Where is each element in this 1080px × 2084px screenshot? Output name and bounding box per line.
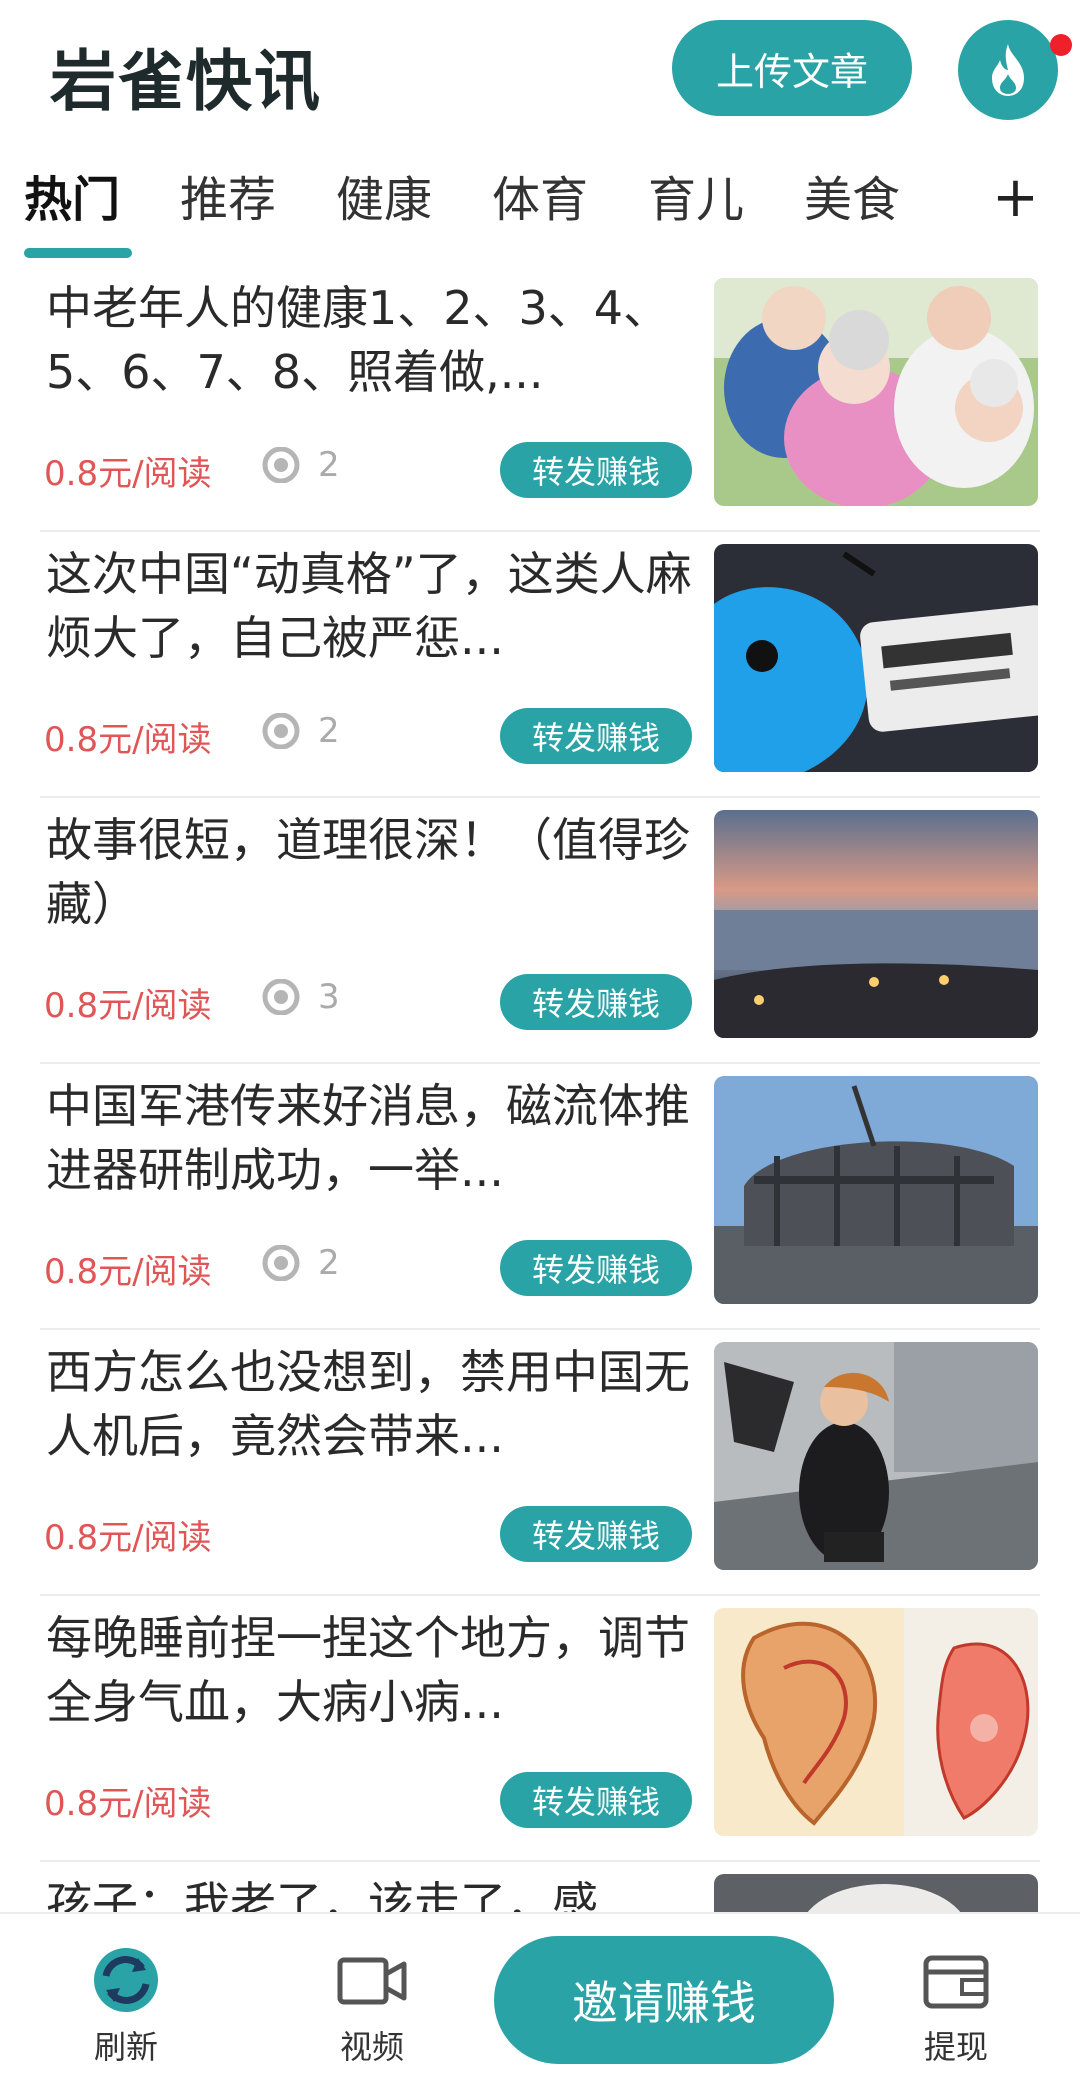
article-item[interactable]: 每晚睡前捏一捏这个地方，调节全身气血，大病小病... 0.8元/阅读 转发赚钱	[40, 1596, 1040, 1862]
active-tab-indicator	[24, 248, 132, 258]
view-count: 2	[256, 706, 340, 756]
wallet-icon	[923, 1955, 989, 2009]
article-item[interactable]: 故事很短，道理很深！（值得珍藏） 0.8元/阅读 3 转发赚钱	[40, 798, 1040, 1064]
nav-withdraw-label: 提现	[923, 2028, 988, 2066]
header: 岩雀快讯 上传文章	[0, 0, 1080, 140]
article-thumbnail[interactable]	[714, 1342, 1038, 1570]
article-item[interactable]: 中国军港传来好消息，磁流体推进器研制成功，一举... 0.8元/阅读 2 转发赚…	[40, 1064, 1040, 1330]
view-count-value: 2	[318, 711, 340, 751]
nav-refresh[interactable]: 刷新	[56, 1942, 196, 2068]
article-thumbnail[interactable]	[714, 544, 1038, 772]
fire-icon	[992, 44, 1024, 96]
article-title[interactable]: 每晚睡前捏一捏这个地方，调节全身气血，大病小病...	[46, 1606, 696, 1734]
article-title[interactable]: 西方怎么也没想到，禁用中国无人机后，竟然会带来...	[46, 1340, 696, 1468]
article-price: 0.8元/阅读	[44, 720, 212, 760]
tab-food[interactable]: 美食	[804, 160, 900, 240]
eye-icon	[262, 979, 300, 1015]
refresh-icon	[94, 1948, 158, 2012]
article-title[interactable]: 中老年人的健康1、2、3、4、5、6、7、8、照着做,...	[46, 276, 696, 404]
article-title[interactable]: 这次中国“动真格”了，这类人麻烦大了，自己被严惩...	[46, 542, 696, 670]
notification-dot	[1050, 34, 1072, 56]
share-earn-button[interactable]: 转发赚钱	[500, 974, 692, 1030]
category-tabs: 热门 推荐 健康 体育 育儿 美食	[0, 160, 1080, 260]
article-price: 0.8元/阅读	[44, 1252, 212, 1292]
article-thumbnail[interactable]	[714, 1608, 1038, 1836]
tab-health[interactable]: 健康	[336, 160, 432, 240]
article-thumbnail[interactable]	[714, 1076, 1038, 1304]
article-price: 0.8元/阅读	[44, 454, 212, 494]
nav-video-label: 视频	[339, 2028, 404, 2066]
tab-parenting[interactable]: 育儿	[648, 160, 744, 240]
app-root: 岩雀快讯 上传文章 热门 推荐 健康 体育 育儿 美食 + 中老年人的健康1、2…	[0, 0, 1080, 2084]
share-earn-button[interactable]: 转发赚钱	[500, 708, 692, 764]
tab-hot[interactable]: 热门	[24, 160, 120, 240]
share-earn-button[interactable]: 转发赚钱	[500, 1772, 692, 1828]
nav-refresh-label: 刷新	[93, 2028, 158, 2066]
upload-article-button[interactable]: 上传文章	[672, 20, 912, 116]
view-count: 2	[256, 440, 340, 490]
article-item[interactable]: 西方怎么也没想到，禁用中国无人机后，竟然会带来... 0.8元/阅读 转发赚钱	[40, 1330, 1040, 1596]
eye-icon	[262, 447, 300, 483]
article-item[interactable]: 中老年人的健康1、2、3、4、5、6、7、8、照着做,... 0.8元/阅读 2…	[40, 266, 1040, 532]
nav-withdraw[interactable]: 提现	[886, 1942, 1026, 2068]
share-earn-button[interactable]: 转发赚钱	[500, 1506, 692, 1562]
hot-button[interactable]	[958, 20, 1058, 120]
invite-earn-button[interactable]: 邀请赚钱	[494, 1936, 834, 2064]
view-count-value: 2	[318, 1243, 340, 1283]
share-earn-button[interactable]: 转发赚钱	[500, 1240, 692, 1296]
article-title[interactable]: 故事很短，道理很深！（值得珍藏）	[46, 808, 696, 936]
article-item[interactable]: 这次中国“动真格”了，这类人麻烦大了，自己被严惩... 0.8元/阅读 2 转发…	[40, 532, 1040, 798]
article-title[interactable]: 中国军港传来好消息，磁流体推进器研制成功，一举...	[46, 1074, 696, 1202]
tab-sports[interactable]: 体育	[492, 160, 588, 240]
article-thumbnail[interactable]	[714, 278, 1038, 506]
article-thumbnail[interactable]	[714, 810, 1038, 1038]
video-camera-icon	[337, 1957, 407, 2005]
view-count: 2	[256, 1238, 340, 1288]
article-price: 0.8元/阅读	[44, 986, 212, 1026]
eye-icon	[262, 713, 300, 749]
app-title: 岩雀快讯	[50, 43, 322, 120]
tab-recommend[interactable]: 推荐	[180, 160, 276, 240]
article-price: 0.8元/阅读	[44, 1518, 212, 1558]
view-count-value: 2	[318, 445, 340, 485]
share-earn-button[interactable]: 转发赚钱	[500, 442, 692, 498]
nav-video[interactable]: 视频	[302, 1942, 442, 2068]
add-tab-button[interactable]: +	[992, 158, 1039, 238]
view-count-value: 3	[318, 977, 340, 1017]
article-price: 0.8元/阅读	[44, 1784, 212, 1824]
eye-icon	[262, 1245, 300, 1281]
view-count: 3	[256, 972, 340, 1022]
bottom-navigation: 刷新 视频 邀请赚钱 提现	[0, 1912, 1080, 2084]
